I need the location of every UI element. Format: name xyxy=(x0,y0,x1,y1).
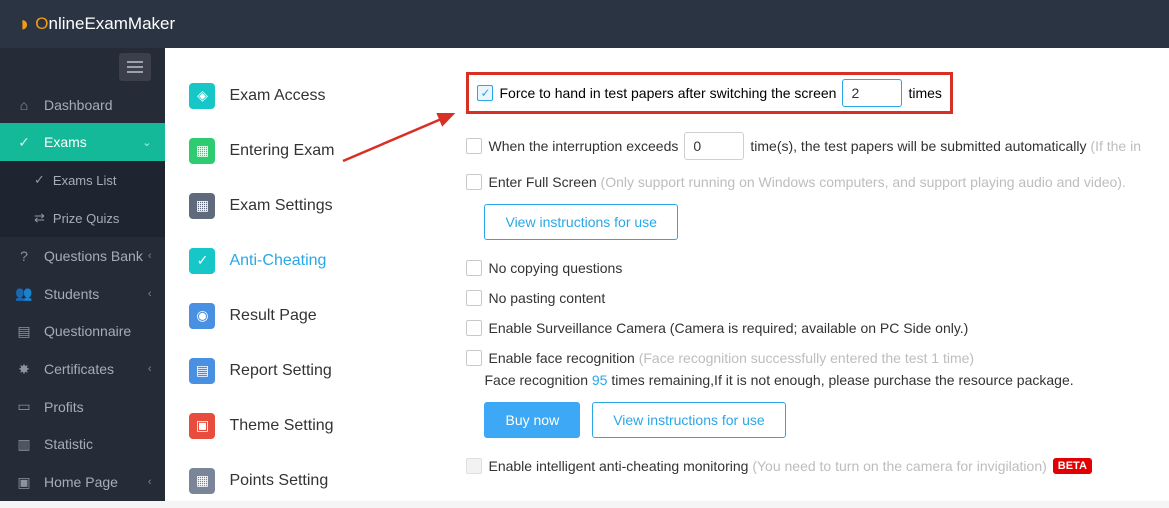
enter-icon: ▦ xyxy=(189,138,215,164)
intelligent-row: Enable intelligent anti-cheating monitor… xyxy=(466,458,1141,474)
points-icon: ▦ xyxy=(189,468,215,494)
nav-students[interactable]: 👥Students‹ xyxy=(0,275,165,313)
shuffle-icon: ⇄ xyxy=(34,210,45,226)
force-submit-label-b: times xyxy=(908,85,941,101)
sidebar: ⌂Dashboard ✓Exams⌄ ✓Exams List ⇄Prize Qu… xyxy=(0,48,165,501)
nav-exams-sub: ✓Exams List ⇄Prize Quizs xyxy=(0,161,165,237)
chevron-left-icon: ‹ xyxy=(148,250,152,262)
brand-text: OOnlineExamMakernlineExamMaker xyxy=(35,14,175,34)
buy-now-button[interactable]: Buy now xyxy=(484,402,580,438)
nav-exams[interactable]: ✓Exams⌄ xyxy=(0,123,165,161)
anti-cheating-panel: ✓ Force to hand in test papers after swi… xyxy=(390,48,1169,501)
nav-home-page[interactable]: ▣Home Page‹ xyxy=(0,463,165,501)
tab-theme-setting[interactable]: ▣Theme Setting xyxy=(165,398,390,453)
chevron-left-icon: ‹ xyxy=(148,476,152,488)
face-remaining-text: Face recognition 95 times remaining,If i… xyxy=(484,372,1141,388)
force-submit-row: ✓ Force to hand in test papers after swi… xyxy=(466,72,952,114)
shield-check-icon: ✓ xyxy=(189,248,215,274)
brand-logo[interactable]: ◗ OOnlineExamMakernlineExamMaker xyxy=(18,11,175,37)
fullscreen-checkbox[interactable] xyxy=(466,174,482,190)
card-icon: ▭ xyxy=(14,398,34,415)
help-icon: ? xyxy=(14,248,34,264)
chevron-left-icon: ‹ xyxy=(148,363,152,375)
force-submit-times-input[interactable] xyxy=(842,79,902,107)
check-circle-icon: ✓ xyxy=(14,134,34,151)
nav-dashboard[interactable]: ⌂Dashboard xyxy=(0,86,165,124)
view-instructions-button-2[interactable]: View instructions for use xyxy=(592,402,785,438)
view-instructions-button[interactable]: View instructions for use xyxy=(484,204,677,240)
nav-profits[interactable]: ▭Profits xyxy=(0,388,165,426)
tab-exam-settings[interactable]: ▦Exam Settings xyxy=(165,178,390,233)
eye-icon: ◉ xyxy=(189,303,215,329)
settings-tabs: ◈Exam Access ▦Entering Exam ▦Exam Settin… xyxy=(165,48,390,501)
camera-checkbox[interactable] xyxy=(466,320,482,336)
clipboard-icon: ▤ xyxy=(14,323,34,340)
logo-icon: ◗ xyxy=(18,11,31,37)
no-paste-checkbox[interactable] xyxy=(466,290,482,306)
nav-statistic[interactable]: ▥Statistic xyxy=(0,426,165,464)
nav-questionnaire[interactable]: ▤Questionnaire xyxy=(0,313,165,351)
tab-anti-cheating[interactable]: ✓Anti-Cheating xyxy=(165,233,390,288)
camera-row: Enable Surveillance Camera (Camera is re… xyxy=(466,320,1141,336)
face-checkbox[interactable] xyxy=(466,350,482,366)
tab-report-setting[interactable]: ▤Report Setting xyxy=(165,343,390,398)
theme-icon: ▣ xyxy=(189,413,215,439)
face-remaining-count: 95 xyxy=(592,372,608,388)
app-header: ◗ OOnlineExamMakernlineExamMaker xyxy=(0,0,1169,48)
check-circle-icon: ✓ xyxy=(34,172,45,188)
nav-exams-list[interactable]: ✓Exams List xyxy=(0,161,165,199)
nav-certificates[interactable]: ✸Certificates‹ xyxy=(0,350,165,388)
tab-points-setting[interactable]: ▦Points Setting xyxy=(165,453,390,508)
nav-questions-bank[interactable]: ?Questions Bank‹ xyxy=(0,237,165,275)
report-icon: ▤ xyxy=(189,358,215,384)
face-row: Enable face recognition (Face recognitio… xyxy=(466,350,1141,366)
users-icon: 👥 xyxy=(14,285,34,302)
fullscreen-row: Enter Full Screen (Only support running … xyxy=(466,174,1141,190)
chart-icon: ▥ xyxy=(14,436,34,453)
home-icon: ⌂ xyxy=(14,97,34,113)
force-submit-checkbox[interactable]: ✓ xyxy=(477,85,493,101)
interruption-checkbox[interactable] xyxy=(466,138,482,154)
tab-exam-access[interactable]: ◈Exam Access xyxy=(165,68,390,123)
interruption-row: When the interruption exceeds time(s), t… xyxy=(466,132,1141,160)
intelligent-checkbox[interactable] xyxy=(466,458,482,474)
interruption-count-input[interactable] xyxy=(684,132,744,160)
no-copy-row: No copying questions xyxy=(466,260,1141,276)
sidebar-toggle[interactable] xyxy=(119,53,151,81)
nav-prize-quizs[interactable]: ⇄Prize Quizs xyxy=(0,199,165,237)
grid-icon: ▦ xyxy=(189,193,215,219)
badge-icon: ✸ xyxy=(14,361,34,378)
force-submit-label-a: Force to hand in test papers after switc… xyxy=(499,85,836,101)
page-icon: ▣ xyxy=(14,474,34,491)
no-copy-checkbox[interactable] xyxy=(466,260,482,276)
chevron-down-icon: ⌄ xyxy=(142,136,151,149)
tab-result-page[interactable]: ◉Result Page xyxy=(165,288,390,343)
tab-entering-exam[interactable]: ▦Entering Exam xyxy=(165,123,390,178)
shield-icon: ◈ xyxy=(189,83,215,109)
no-paste-row: No pasting content xyxy=(466,290,1141,306)
chevron-left-icon: ‹ xyxy=(148,288,152,300)
beta-badge: BETA xyxy=(1053,458,1092,474)
